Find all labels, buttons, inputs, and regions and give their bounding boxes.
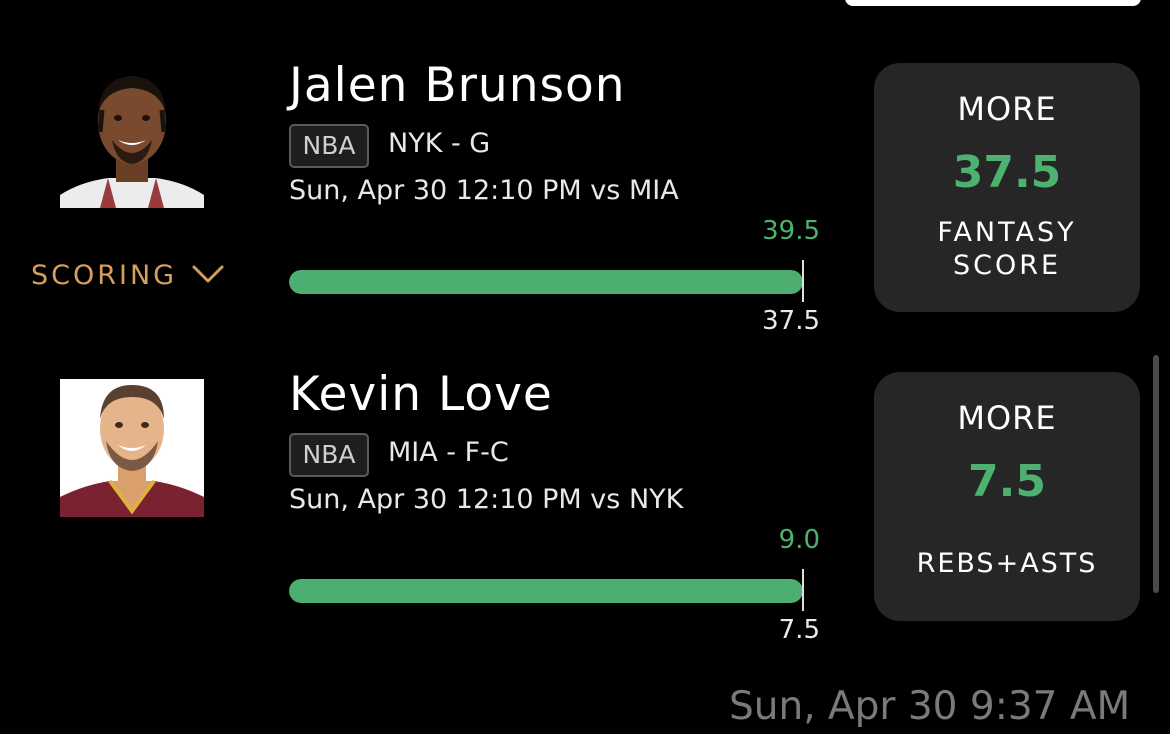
player-name: Kevin Love (289, 367, 553, 422)
card-direction: MORE (957, 399, 1057, 437)
line-marker (802, 260, 804, 302)
team-position: NYK - G (388, 128, 491, 159)
scoring-label: SCORING (31, 260, 178, 291)
projection-value: 39.5 (762, 216, 820, 246)
card-direction: MORE (957, 90, 1057, 128)
progress-bar (289, 579, 803, 603)
line-marker (802, 569, 804, 611)
card-line: 37.5 (952, 147, 1062, 198)
player-name: Jalen Brunson (289, 58, 626, 113)
card-stat: REBS+ASTS (916, 548, 1098, 579)
progress-fill (289, 270, 803, 294)
progress-bar (289, 270, 803, 294)
line-value: 37.5 (762, 306, 820, 336)
game-time: Sun, Apr 30 12:10 PM vs NYK (289, 484, 684, 515)
pick-card[interactable]: MORE 7.5 REBS+ASTS (874, 372, 1140, 621)
projection-value: 9.0 (778, 525, 820, 555)
player-avatar (60, 70, 204, 208)
line-value: 7.5 (778, 615, 820, 645)
player-avatar (60, 379, 204, 517)
scoring-toggle[interactable]: SCORING (31, 260, 225, 291)
scrollbar[interactable] (1153, 355, 1159, 593)
game-time: Sun, Apr 30 12:10 PM vs MIA (289, 175, 679, 206)
progress-fill (289, 579, 803, 603)
card-line: 7.5 (968, 456, 1046, 507)
top-search-pill[interactable] (845, 0, 1141, 6)
pick-card[interactable]: MORE 37.5 FANTASY SCORE (874, 63, 1140, 312)
team-position: MIA - F-C (388, 437, 509, 468)
chevron-down-icon (191, 260, 225, 291)
league-badge: NBA (289, 124, 369, 168)
card-stat: FANTASY SCORE (937, 217, 1077, 281)
message-timestamp: Sun, Apr 30 9:37 AM (729, 684, 1131, 729)
league-badge: NBA (289, 433, 369, 477)
